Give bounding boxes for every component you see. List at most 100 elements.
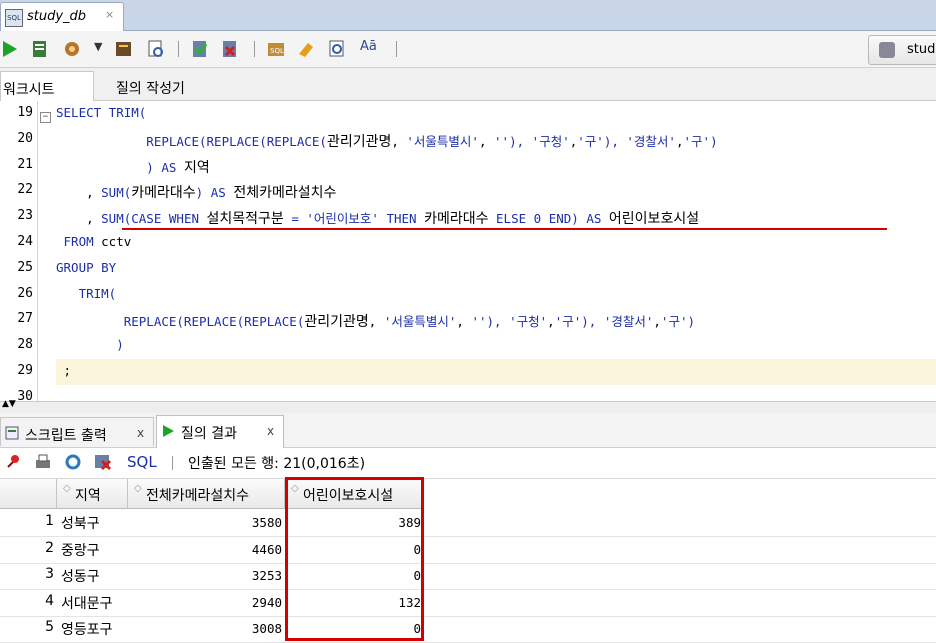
column-header-total[interactable]: ◇ 전체카메라설치수 bbox=[128, 479, 285, 509]
code-token: '구' bbox=[577, 133, 604, 149]
editor-toolbar: ▼ SQL Aā stud bbox=[0, 31, 936, 68]
code-token: REPLACE(REPLACE(REPLACE( bbox=[56, 133, 327, 149]
line-number: 23 bbox=[17, 208, 33, 224]
code-token: GROUP BY bbox=[56, 259, 117, 275]
code-token: ), bbox=[509, 133, 532, 149]
code-token: '경찰서' bbox=[626, 133, 676, 149]
close-tab-button[interactable]: × bbox=[105, 8, 114, 21]
run-script-icon[interactable] bbox=[30, 39, 50, 59]
print-icon[interactable] bbox=[34, 453, 52, 471]
code-token: ; bbox=[56, 363, 72, 378]
code-token: FROM bbox=[56, 234, 102, 249]
code-token: ) AS bbox=[56, 159, 184, 175]
code-token: '구청' bbox=[531, 133, 570, 149]
commit-icon[interactable] bbox=[190, 39, 210, 59]
code-token: '구' bbox=[683, 133, 711, 149]
code-token: ) AS bbox=[195, 185, 234, 201]
code-token: '서울특별시' bbox=[383, 314, 457, 330]
code-token: '어린이보호' bbox=[306, 211, 379, 227]
document-tab[interactable]: SQL study_db × bbox=[0, 2, 124, 31]
table-row[interactable]: 1 성북구 3580 389 bbox=[0, 509, 936, 537]
sql-file-icon: SQL bbox=[5, 9, 23, 27]
toolbar-separator bbox=[172, 456, 173, 470]
result-tab-bar: 스크립트 출력 x 질의 결과 x bbox=[0, 413, 936, 448]
cell-total: 2940 bbox=[251, 594, 282, 610]
line-number: 20 bbox=[17, 130, 33, 146]
tab-query-result[interactable]: 질의 결과 x bbox=[156, 415, 284, 448]
code-token: , bbox=[478, 133, 495, 149]
row-number: 2 bbox=[45, 539, 54, 556]
connection-selector[interactable]: stud bbox=[868, 35, 936, 65]
code-token: 카메라대수 bbox=[131, 185, 196, 202]
code-token: '서울특별시' bbox=[406, 133, 479, 149]
code-token: cctv bbox=[101, 234, 132, 249]
code-token: 관리기관명 bbox=[326, 133, 392, 150]
cell-region: 성북구 bbox=[61, 516, 100, 532]
tab-script-output[interactable]: 스크립트 출력 x bbox=[0, 417, 154, 446]
find-icon[interactable] bbox=[328, 39, 348, 59]
column-header-region[interactable]: ◇ 지역 bbox=[57, 479, 128, 509]
table-row[interactable]: 4 서대문구 2940 132 bbox=[0, 589, 936, 617]
line-number: 22 bbox=[17, 182, 33, 198]
cancel-query-icon[interactable] bbox=[94, 453, 112, 471]
line-number: 27 bbox=[17, 311, 33, 327]
sql-link[interactable]: SQL bbox=[127, 453, 157, 471]
code-token: SUM(CASE WHEN bbox=[101, 211, 207, 227]
line-number: 26 bbox=[17, 285, 33, 301]
code-line: FROM cctv bbox=[56, 234, 132, 249]
case-toggle-icon[interactable]: Aā bbox=[360, 39, 377, 54]
close-tab-button[interactable]: x bbox=[267, 424, 274, 438]
table-row[interactable]: 5 영등포구 3008 0 bbox=[0, 615, 936, 643]
autotrace-icon[interactable] bbox=[62, 39, 82, 59]
code-line: GROUP BY bbox=[56, 260, 116, 275]
sql-editor[interactable]: 19 20 21 22 23 24 25 26 27 28 29 30 − SELECT TRIM( … bbox=[0, 101, 936, 404]
chevron-down-icon[interactable]: ▼ bbox=[94, 40, 102, 53]
code-token: = bbox=[283, 211, 307, 227]
code-line: ) AS 지역 bbox=[56, 157, 209, 177]
code-token: ), bbox=[603, 133, 627, 149]
code-token: ), bbox=[581, 314, 604, 330]
code-token: REPLACE(REPLACE(REPLACE( bbox=[56, 314, 305, 330]
refresh-icon[interactable] bbox=[64, 453, 82, 471]
line-number: 25 bbox=[17, 259, 33, 275]
code-line: , SUM(CASE WHEN 설치목적구분 = '어린이보호' THEN 카메… bbox=[56, 208, 699, 228]
code-token: , bbox=[56, 185, 102, 201]
code-token: , bbox=[547, 314, 555, 330]
fold-toggle-icon[interactable]: − bbox=[40, 112, 51, 123]
code-token: 전체카메라설치수 bbox=[233, 185, 337, 202]
code-token: SUM( bbox=[101, 185, 132, 201]
code-token: 설치목적구분 bbox=[206, 211, 284, 228]
code-line: ; bbox=[56, 363, 72, 378]
line-number: 24 bbox=[17, 234, 33, 249]
run-statement-icon[interactable] bbox=[0, 39, 20, 59]
code-token: 어린이보호시설 bbox=[608, 211, 700, 228]
code-line: TRIM( bbox=[56, 286, 117, 301]
row-number-header bbox=[0, 479, 57, 509]
close-tab-button[interactable]: x bbox=[137, 426, 144, 440]
table-row[interactable]: 3 성동구 3253 0 bbox=[0, 562, 936, 591]
pin-icon[interactable] bbox=[4, 453, 22, 471]
code-token: ) bbox=[710, 133, 718, 149]
script-output-icon bbox=[5, 426, 19, 440]
code-token: , bbox=[456, 314, 472, 330]
table-row[interactable]: 2 중랑구 4460 0 bbox=[0, 536, 936, 564]
editor-subtabs: 워크시트 질의 작성기 bbox=[0, 68, 936, 101]
cell-region: 서대문구 bbox=[61, 595, 113, 612]
code-token: ), bbox=[486, 314, 510, 330]
toolbar-separator bbox=[396, 41, 397, 57]
splitter-arrows-icon[interactable]: ▲▼ bbox=[2, 399, 16, 409]
sql-tuning-icon[interactable] bbox=[146, 39, 166, 59]
tab-query-builder[interactable]: 질의 작성기 bbox=[116, 78, 185, 98]
row-number: 5 bbox=[45, 619, 54, 636]
clear-eraser-icon[interactable] bbox=[296, 39, 316, 59]
cell-region: 영등포구 bbox=[61, 622, 113, 639]
explain-plan-icon[interactable] bbox=[114, 39, 134, 59]
annotation-highlight-box bbox=[285, 477, 424, 641]
tab-worksheet[interactable]: 워크시트 bbox=[0, 71, 94, 101]
code-token: '' bbox=[471, 314, 487, 330]
sql-history-icon[interactable]: SQL bbox=[266, 39, 286, 59]
document-tab-title: study_db bbox=[27, 9, 87, 24]
code-line: REPLACE(REPLACE(REPLACE(관리기관명, '서울특별시', … bbox=[56, 311, 695, 331]
code-token: , bbox=[653, 314, 661, 330]
rollback-icon[interactable] bbox=[220, 39, 240, 59]
